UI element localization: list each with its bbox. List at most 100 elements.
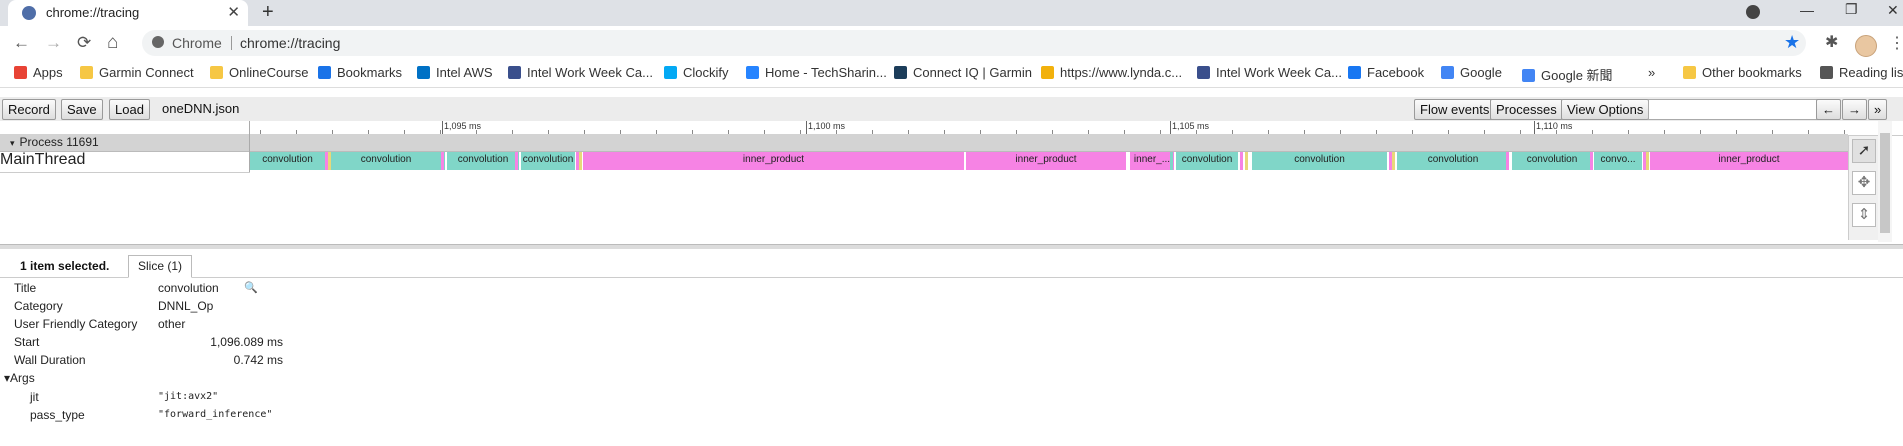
bookmark-item[interactable]: OnlineCourse xyxy=(210,65,309,80)
bookmark-label: Connect IQ | Garmin xyxy=(913,65,1032,80)
bookmark-item[interactable]: Garmin Connect xyxy=(80,65,194,80)
trace-slice[interactable]: convolution xyxy=(1512,152,1592,170)
bookmark-item[interactable]: Google 新聞 xyxy=(1522,65,1613,84)
zoom-tool-icon[interactable]: ⇕ xyxy=(1852,203,1876,227)
arg-pass-type-value: "forward_inference" xyxy=(158,409,273,420)
bookmark-item[interactable]: Intel Work Week Ca... xyxy=(1197,65,1342,80)
extensions-puzzle-icon[interactable]: ✱ xyxy=(1825,32,1838,52)
bookmark-item[interactable]: Intel AWS xyxy=(417,65,493,80)
trace-slice-sliver[interactable] xyxy=(1245,152,1248,170)
home-button[interactable]: ⌂ xyxy=(107,32,118,54)
analysis-tab-bar xyxy=(0,253,1903,278)
bookmark-star-icon[interactable]: ★ xyxy=(1784,32,1800,53)
window-close-button[interactable]: ✕ xyxy=(1887,2,1899,19)
bookmark-item[interactable]: Other bookmarks xyxy=(1683,65,1802,80)
bookmark-item[interactable]: Reading list xyxy=(1820,65,1903,80)
clockify-icon xyxy=(664,66,677,79)
selection-tool-icon[interactable]: ➚ xyxy=(1852,139,1876,163)
trace-slice-sliver[interactable] xyxy=(515,152,518,170)
flow-events-button[interactable]: Flow events xyxy=(1414,99,1496,120)
bookmark-item[interactable]: Connect IQ | Garmin xyxy=(894,65,1032,80)
bookmark-item[interactable]: Bookmarks xyxy=(318,65,402,80)
browser-tab[interactable]: chrome://tracing ✕ xyxy=(8,0,248,26)
collapse-toggle-icon[interactable]: ▾ xyxy=(10,138,15,148)
help-button[interactable]: » xyxy=(1868,99,1888,120)
bookmark-label: Home - TechSharin... xyxy=(765,65,887,80)
tab-strip xyxy=(0,0,1903,26)
panel-divider[interactable] xyxy=(0,244,1903,249)
browser-menu-icon[interactable]: ⋮ xyxy=(1889,33,1903,53)
trace-slice[interactable]: inner_product xyxy=(1650,152,1848,170)
restore-button[interactable]: ❐ xyxy=(1845,1,1858,18)
minimize-button[interactable]: — xyxy=(1800,2,1814,18)
reload-button[interactable]: ⟳ xyxy=(77,33,91,53)
find-next-button[interactable]: → xyxy=(1842,99,1867,120)
star-icon xyxy=(318,66,331,79)
address-separator xyxy=(231,36,232,50)
tab-search-icon[interactable] xyxy=(1740,0,1766,24)
trace-slice[interactable]: convolution xyxy=(1176,152,1238,170)
address-bar[interactable]: Chrome chrome://tracing xyxy=(142,30,1806,56)
thread-label: MainThread xyxy=(0,151,86,168)
save-button[interactable]: Save xyxy=(61,99,103,120)
trace-slice[interactable]: convolution xyxy=(250,152,325,170)
back-button[interactable]: ← xyxy=(13,33,30,53)
wall-duration-label: Wall Duration xyxy=(14,353,86,367)
bookmark-item[interactable]: Intel Work Week Ca... xyxy=(508,65,653,80)
bookmark-label: OnlineCourse xyxy=(229,65,309,80)
trace-slice[interactable]: convolution xyxy=(1252,152,1387,170)
trace-slice[interactable]: convolution xyxy=(327,152,445,170)
trace-slice[interactable]: convolution xyxy=(521,152,575,170)
profile-avatar[interactable] xyxy=(1855,35,1877,57)
bookmark-item[interactable]: Apps xyxy=(14,65,63,80)
trace-slice-sliver[interactable] xyxy=(1240,152,1243,170)
intel-icon xyxy=(417,66,430,79)
confluence-icon xyxy=(746,66,759,79)
trace-slice[interactable]: inner_... xyxy=(1130,152,1174,170)
record-button[interactable]: Record xyxy=(2,99,56,120)
trace-slice-sliver[interactable] xyxy=(1392,152,1395,170)
trace-slice[interactable]: inner_product xyxy=(583,152,964,170)
trace-slice-sliver[interactable] xyxy=(579,152,582,170)
trace-slice-sliver[interactable] xyxy=(441,152,444,170)
load-button[interactable]: Load xyxy=(109,99,150,120)
trace-slice-sliver[interactable] xyxy=(1646,152,1649,170)
process-label[interactable]: ▾ Process 11691 xyxy=(10,135,99,149)
find-input[interactable] xyxy=(1648,99,1826,120)
title-label: Title xyxy=(14,281,37,295)
bookmark-item[interactable]: Google xyxy=(1441,65,1502,80)
trace-slice[interactable]: convolution xyxy=(447,152,519,170)
tab-close-icon[interactable]: ✕ xyxy=(227,3,240,21)
scrollbar-thumb[interactable] xyxy=(1880,133,1890,233)
search-magnifier-icon[interactable]: 🔍 xyxy=(244,281,258,294)
trace-filename: oneDNN.json xyxy=(162,101,240,116)
args-toggle[interactable]: ▾Args xyxy=(4,371,35,385)
trace-slice-sliver[interactable] xyxy=(1590,152,1593,170)
trace-slice[interactable]: convolution xyxy=(1397,152,1509,170)
category-label: Category xyxy=(14,299,63,313)
address-url[interactable]: chrome://tracing xyxy=(240,35,340,51)
trace-slice-sliver[interactable] xyxy=(1506,152,1509,170)
bookmark-item[interactable]: Home - TechSharin... xyxy=(746,65,887,80)
new-tab-button[interactable]: + xyxy=(262,1,274,24)
tab-slice[interactable]: Slice (1) xyxy=(128,255,193,278)
trace-slice-sliver[interactable] xyxy=(328,152,331,170)
forward-button[interactable]: → xyxy=(45,33,62,53)
folder-icon xyxy=(80,66,93,79)
view-options-button[interactable]: View Options xyxy=(1561,99,1650,120)
bookmark-item[interactable]: » xyxy=(1648,65,1655,80)
trace-slice-sliver[interactable] xyxy=(1122,152,1125,170)
chrome-secure-icon xyxy=(152,36,164,48)
bookmark-item[interactable]: Clockify xyxy=(664,65,729,80)
bookmark-item[interactable]: https://www.lynda.c... xyxy=(1041,65,1182,80)
trace-slice[interactable]: convo... xyxy=(1594,152,1642,170)
processes-button[interactable]: Processes xyxy=(1490,99,1563,120)
bookmark-item[interactable]: Facebook xyxy=(1348,65,1424,80)
trace-slice-sliver[interactable] xyxy=(1170,152,1173,170)
trace-slice-sliver[interactable] xyxy=(960,152,963,170)
find-previous-button[interactable]: ← xyxy=(1816,99,1841,120)
trace-slice[interactable]: inner_product xyxy=(966,152,1126,170)
pan-tool-icon[interactable]: ✥ xyxy=(1852,171,1876,195)
process-row[interactable] xyxy=(0,134,1848,152)
category-value: DNNL_Op xyxy=(158,299,214,313)
